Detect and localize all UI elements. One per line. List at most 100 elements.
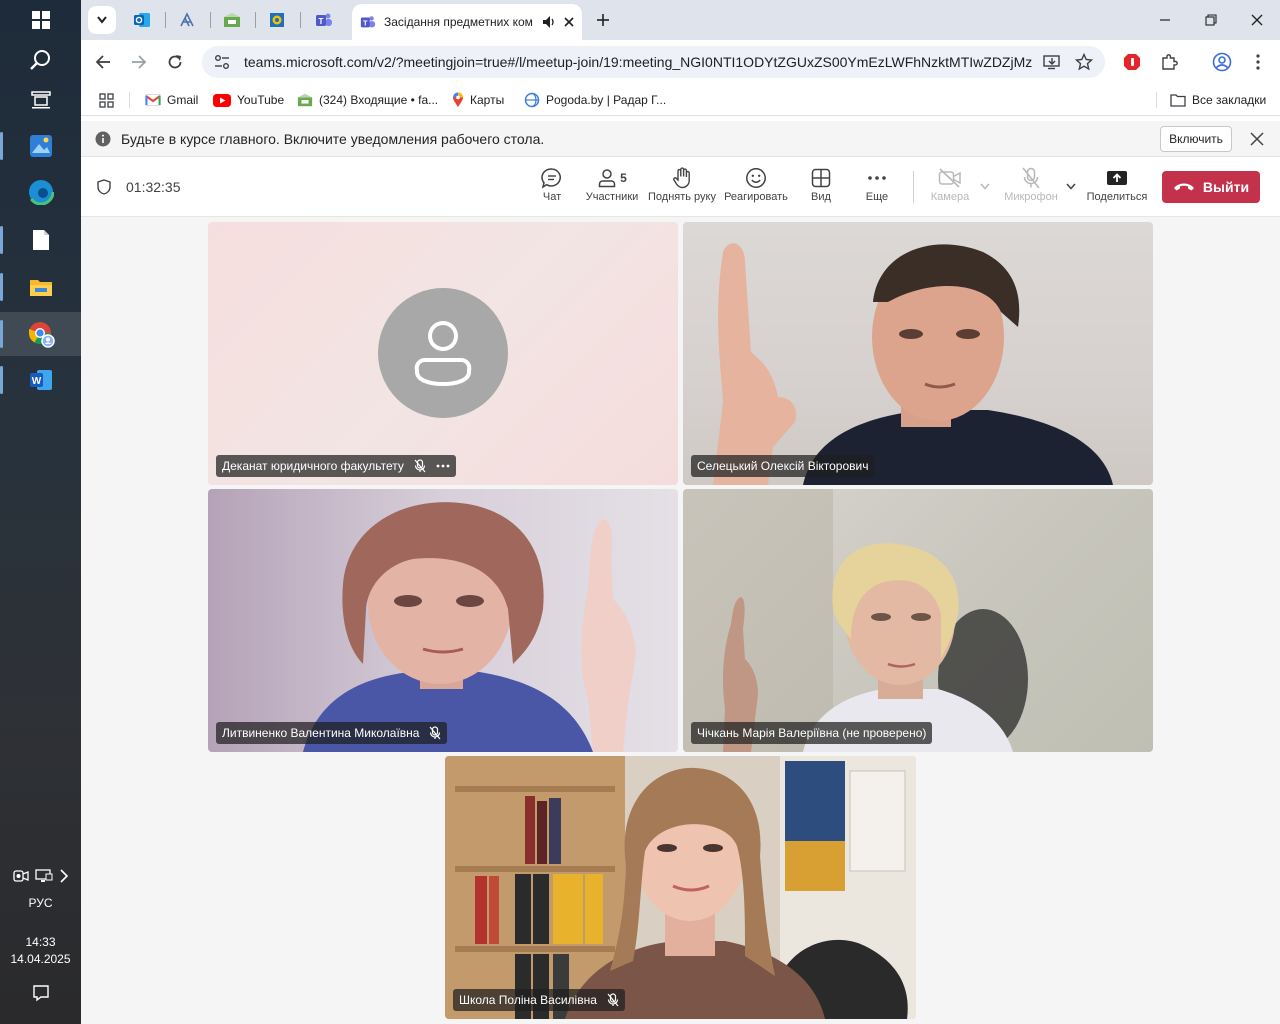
- view-label: Вид: [811, 191, 831, 203]
- microphone-button[interactable]: Микрофон: [1003, 165, 1059, 213]
- all-bookmarks-folder[interactable]: Все закладки: [1170, 90, 1266, 110]
- forward-button[interactable]: [125, 48, 153, 76]
- pinned-tab-outlook[interactable]: [123, 6, 161, 34]
- chevron-down-icon: [97, 16, 107, 24]
- leave-meeting-button[interactable]: Выйти: [1162, 171, 1260, 203]
- mic-options-chevron-icon[interactable]: [1066, 183, 1076, 190]
- participants-button[interactable]: 5 Участники: [584, 165, 640, 213]
- svg-text:W: W: [31, 376, 41, 387]
- pinned-tab-knot[interactable]: [168, 6, 206, 34]
- tab-active-teams-meeting[interactable]: T Засідання предметних ком: [352, 4, 582, 40]
- raise-hand-label: Поднять руку: [648, 191, 716, 203]
- browser-menu-button[interactable]: [1244, 48, 1272, 76]
- network-icon[interactable]: [34, 869, 53, 883]
- weather-site-icon: [524, 92, 540, 108]
- more-button[interactable]: Еще: [862, 165, 892, 213]
- address-bar[interactable]: teams.microsoft.com/v2/?meetingjoin=true…: [202, 46, 1105, 78]
- audio-playing-icon[interactable]: [542, 15, 556, 29]
- taskbar-app-edge[interactable]: [0, 170, 81, 214]
- meet-now-icon[interactable]: [12, 869, 29, 883]
- pattern-site-icon: [180, 12, 194, 27]
- extension-adblock-button[interactable]: [1118, 48, 1146, 76]
- participant-video-frame: [445, 756, 916, 1019]
- more-options-icon[interactable]: [436, 464, 450, 468]
- notifications-button[interactable]: [0, 984, 81, 1006]
- react-button[interactable]: Реагировать: [723, 165, 789, 213]
- restore-icon: [1205, 14, 1217, 26]
- raise-hand-button[interactable]: Поднять руку: [647, 165, 717, 213]
- arrow-left-icon: [95, 55, 110, 69]
- camera-label: Камера: [930, 191, 970, 203]
- chevron-right-icon[interactable]: [59, 869, 69, 883]
- view-button[interactable]: Вид: [807, 165, 835, 213]
- pinned-tab-site[interactable]: [258, 6, 296, 34]
- participant-nametag: Литвиненко Валентина Миколаївна: [216, 722, 448, 744]
- camera-off-icon: [938, 168, 961, 188]
- pinned-tab-teams[interactable]: T: [305, 6, 343, 34]
- participant-tile[interactable]: Чічкань Марія Валеріївна (не проверено): [683, 489, 1153, 752]
- participant-video-frame: [303, 502, 636, 752]
- account-circle-icon: [1212, 52, 1232, 72]
- taskbar-app-photos[interactable]: [0, 124, 81, 168]
- minimize-button[interactable]: [1142, 0, 1188, 40]
- participant-tile[interactable]: Селецький Олексій Вікторович: [683, 222, 1153, 485]
- new-tab-button[interactable]: [584, 6, 622, 34]
- camera-options-chevron-icon[interactable]: [980, 183, 990, 190]
- pinned-tab-mail[interactable]: [213, 6, 251, 34]
- reload-button[interactable]: [161, 48, 189, 76]
- emblem-site-icon: [270, 13, 284, 27]
- youtube-icon: [213, 93, 231, 107]
- apps-shortcut[interactable]: [99, 90, 114, 110]
- close-banner-icon[interactable]: [1250, 132, 1264, 146]
- clock-time[interactable]: 14:33: [0, 935, 81, 949]
- task-view-icon: [30, 91, 51, 109]
- task-view-button[interactable]: [0, 80, 81, 120]
- shield-icon[interactable]: [97, 179, 111, 195]
- running-indicator: [0, 320, 3, 348]
- mic-muted-icon: [414, 459, 426, 473]
- bookmark-youtube[interactable]: YouTube: [213, 90, 284, 110]
- tab-search-button[interactable]: [83, 6, 121, 34]
- bookmark-pogoda[interactable]: Pogoda.by | Радар Г...: [524, 90, 666, 110]
- profile-button[interactable]: [1208, 48, 1236, 76]
- share-button[interactable]: Поделиться: [1087, 165, 1147, 213]
- chat-button[interactable]: Чат: [537, 165, 567, 213]
- bookmark-gmail[interactable]: Gmail: [145, 90, 198, 110]
- taskbar-app-chrome[interactable]: [0, 312, 81, 356]
- taskbar-app-word[interactable]: W: [0, 358, 81, 402]
- input-language[interactable]: РУС: [0, 896, 81, 910]
- participant-tile[interactable]: Деканат юридичного факультету: [208, 222, 678, 485]
- bookmark-maps[interactable]: Карты: [452, 90, 504, 110]
- more-label: Еще: [865, 191, 889, 203]
- site-info-icon[interactable]: [214, 54, 230, 70]
- bookmark-label: Pogoda.by | Радар Г...: [546, 93, 667, 107]
- clock-date[interactable]: 14.04.2025: [0, 952, 81, 966]
- enable-notifications-button[interactable]: Включить: [1160, 126, 1232, 152]
- restore-button[interactable]: [1188, 0, 1234, 40]
- search-button[interactable]: [0, 40, 81, 80]
- tab-separator: [210, 12, 211, 28]
- extensions-button[interactable]: [1155, 48, 1183, 76]
- word-app-icon: W: [29, 370, 52, 390]
- start-button[interactable]: [0, 0, 81, 40]
- close-window-button[interactable]: [1234, 0, 1280, 40]
- participant-tile[interactable]: Школа Поліна Василівна: [445, 756, 916, 1019]
- install-app-icon[interactable]: [1043, 54, 1061, 70]
- bookmark-star-icon[interactable]: [1075, 53, 1093, 71]
- taskbar-app-notepad[interactable]: [0, 218, 81, 262]
- apps-grid-icon: [99, 92, 114, 108]
- bookmark-label: YouTube: [237, 93, 285, 107]
- notification-center-icon: [32, 985, 49, 1002]
- bookmark-inbox[interactable]: (324) Входящие • fa...: [297, 90, 438, 110]
- folder-icon: [29, 280, 52, 296]
- raise-hand-icon: [673, 167, 690, 189]
- close-tab-icon[interactable]: [564, 17, 574, 27]
- taskbar-app-file-explorer[interactable]: [0, 265, 81, 309]
- participant-tile[interactable]: Литвиненко Валентина Миколаївна: [208, 489, 678, 752]
- back-button[interactable]: [89, 48, 117, 76]
- camera-button[interactable]: Камера: [929, 165, 971, 213]
- desktop-notifications-banner: Будьте в курсе главного. Включите уведом…: [81, 121, 1280, 157]
- url-text: teams.microsoft.com/v2/?meetingjoin=true…: [244, 54, 1033, 70]
- plus-icon: [597, 14, 609, 26]
- minimize-icon: [1160, 19, 1170, 21]
